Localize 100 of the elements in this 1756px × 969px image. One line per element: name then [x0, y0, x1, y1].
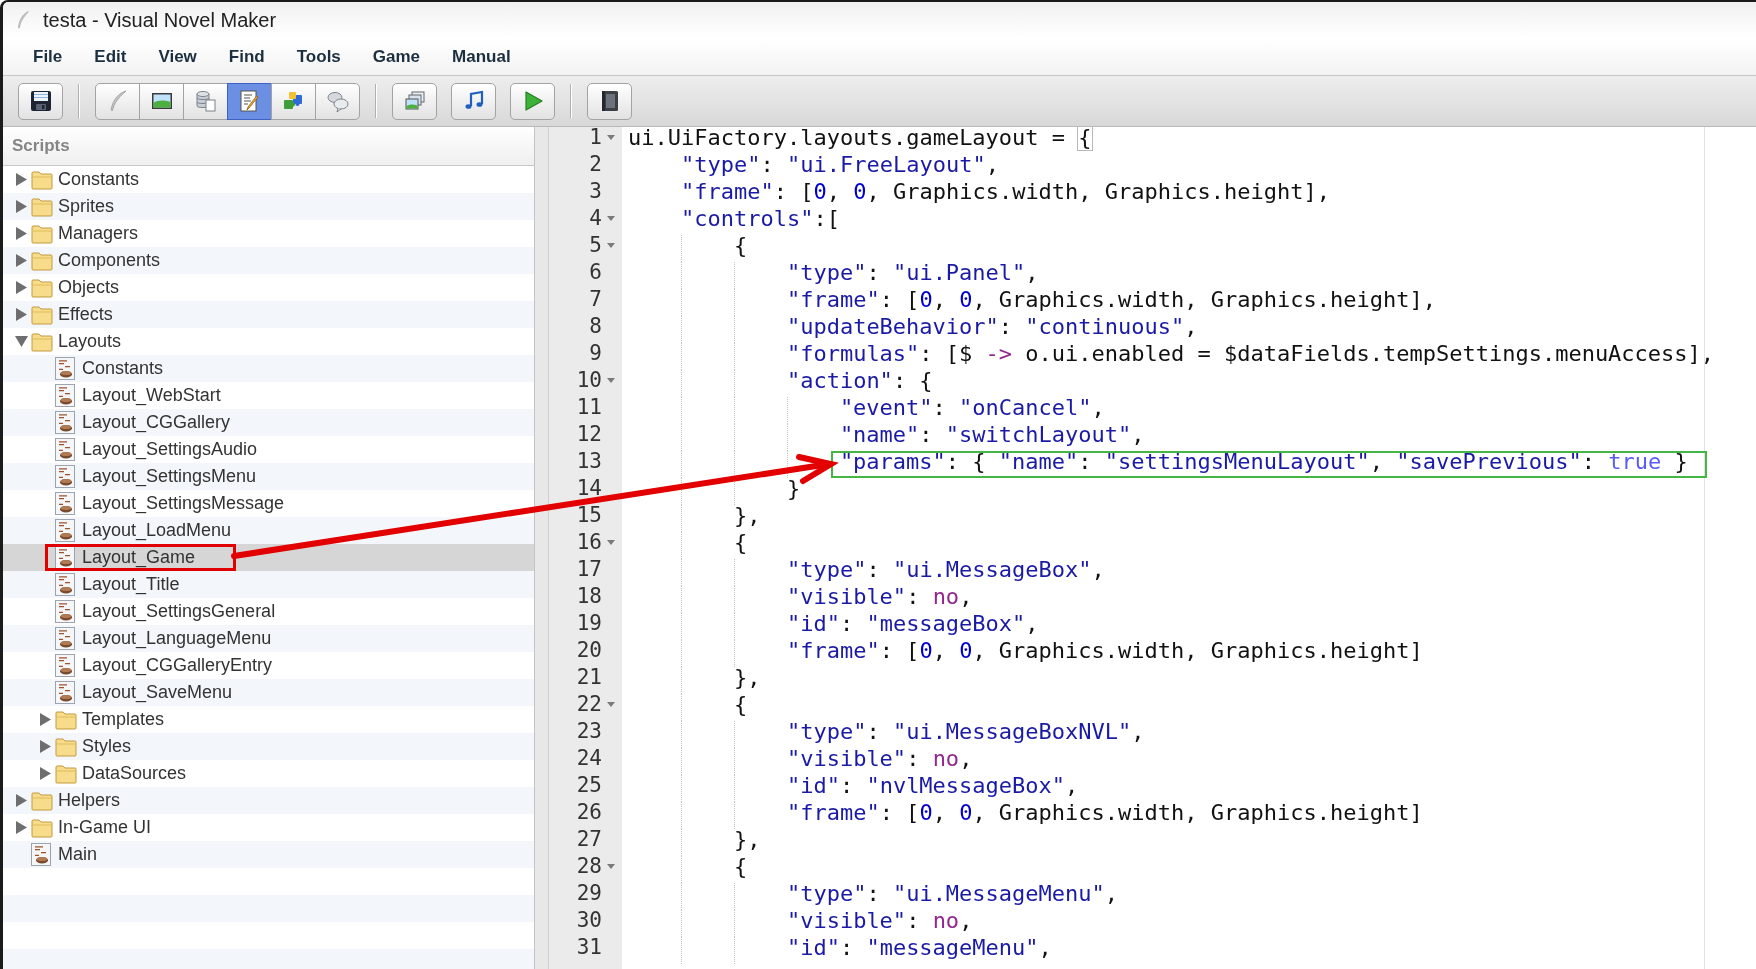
caret-down-icon[interactable]: [606, 378, 615, 383]
code-line: "frame": [0, 0, Graphics.width, Graphics.height]: [786, 640, 1423, 661]
menu-item[interactable]: Tools: [280, 43, 357, 70]
caret-down-icon[interactable]: [606, 243, 615, 248]
line-number: 1: [589, 127, 602, 148]
tree-item[interactable]: Layout_SaveMenu: [3, 679, 534, 706]
save-icon: [28, 89, 53, 113]
line-number: 15: [576, 505, 602, 526]
script-file-icon: [55, 384, 75, 407]
line-number: 23: [576, 721, 602, 742]
tree-item[interactable]: Components: [3, 247, 534, 274]
menu-item[interactable]: Manual: [436, 43, 527, 70]
caret-right-icon[interactable]: [15, 308, 27, 321]
code-line: "visible": no,: [786, 586, 973, 607]
toolbar-button[interactable]: [451, 82, 496, 120]
line-number: 13: [576, 451, 602, 472]
toolbar-button[interactable]: [587, 82, 632, 120]
code-line: {: [733, 694, 748, 715]
code-line: "name": "switchLayout",: [839, 424, 1145, 445]
folder-icon: [31, 277, 53, 298]
line-number: 14: [576, 478, 602, 499]
caret-down-icon[interactable]: [606, 864, 615, 869]
script-file-icon: [55, 600, 75, 623]
script-file-icon: [55, 519, 75, 542]
caret-down-icon[interactable]: [606, 135, 615, 140]
line-number: 25: [576, 775, 602, 796]
code-line: "visible": no,: [786, 748, 973, 769]
code-line: "params": { "name": "settingsMenuLayout", "savePrevious": true }: [839, 451, 1688, 472]
code-line: "type": "ui.Panel",: [786, 262, 1039, 283]
folder-icon: [31, 304, 53, 325]
tree-item[interactable]: Effects: [3, 301, 534, 328]
caret-right-icon[interactable]: [15, 254, 27, 267]
folder-icon: [55, 763, 77, 784]
menu-item[interactable]: Find: [212, 43, 281, 70]
line-number: 26: [576, 802, 602, 823]
code-line: "frame": [0, 0, Graphics.width, Graphics.height],: [786, 289, 1436, 310]
caret-right-icon[interactable]: [39, 740, 51, 753]
tree-item[interactable]: Main: [3, 841, 534, 868]
caret-right-icon[interactable]: [15, 227, 27, 240]
line-number: 28: [576, 856, 602, 877]
line-number: 21: [576, 667, 602, 688]
caret-right-icon[interactable]: [39, 713, 51, 726]
line-number: 6: [589, 262, 602, 283]
line-number: 30: [576, 910, 602, 931]
code-line: "type": "ui.FreeLayout",: [680, 154, 999, 175]
caret-right-icon[interactable]: [15, 173, 27, 186]
speech-bubbles-icon: [325, 89, 350, 113]
caret-right-icon[interactable]: [39, 767, 51, 780]
code-line: "formulas": [$ -> o.ui.enabled = $dataFields.tempSettings.menuAccess],: [786, 343, 1715, 364]
code-line: {: [733, 235, 748, 256]
menu-item[interactable]: Edit: [78, 43, 143, 70]
code-line: ui.UiFactory.layouts.gameLayout = {: [628, 127, 1092, 148]
tree-item[interactable]: Layout_CGGallery: [3, 409, 534, 436]
tree-item[interactable]: Layout_LoadMenu: [3, 517, 534, 544]
folder-icon: [55, 736, 77, 757]
caret-down-icon[interactable]: [14, 336, 28, 347]
code-line: },: [733, 667, 761, 688]
script-file-icon: [55, 411, 75, 434]
caret-down-icon[interactable]: [606, 216, 615, 221]
tree-item[interactable]: Layout_SettingsMenu: [3, 463, 534, 490]
caret-right-icon[interactable]: [15, 200, 27, 213]
code-line: "type": "ui.MessageMenu",: [786, 883, 1119, 904]
toolbar-button[interactable]: [139, 82, 184, 120]
code-line: "action": {: [786, 370, 933, 391]
line-number: 16: [576, 532, 602, 553]
menu-item[interactable]: File: [17, 43, 79, 70]
line-number: 7: [589, 289, 602, 310]
caret-down-icon[interactable]: [606, 540, 615, 545]
folder-icon: [31, 223, 53, 244]
toolbar-button[interactable]: [18, 82, 63, 120]
tree-item[interactable]: Styles: [3, 733, 534, 760]
folder-icon: [31, 817, 53, 838]
menu-item[interactable]: View: [142, 43, 213, 70]
caret-down-icon[interactable]: [606, 702, 615, 707]
caret-right-icon[interactable]: [15, 821, 27, 834]
line-number: 5: [589, 235, 602, 256]
line-number: 8: [589, 316, 602, 337]
script-file-icon: [55, 357, 75, 380]
code-line: {: [733, 532, 748, 553]
folder-icon: [31, 250, 53, 271]
window-title: testa - Visual Novel Maker: [43, 8, 277, 33]
tree-item[interactable]: Layout_Game: [3, 544, 534, 571]
code-line: "frame": [0, 0, Graphics.width, Graphics.height],: [680, 181, 1331, 202]
code-line: "type": "ui.MessageBox",: [786, 559, 1105, 580]
tree-item[interactable]: Constants: [3, 355, 534, 382]
caret-right-icon[interactable]: [15, 281, 27, 294]
tree-item[interactable]: Helpers: [3, 787, 534, 814]
tree-item[interactable]: Layout_Title: [3, 571, 534, 598]
code-line: "frame": [0, 0, Graphics.width, Graphics.height]: [786, 802, 1423, 823]
line-number: 29: [576, 883, 602, 904]
line-number: 10: [576, 370, 602, 391]
tree-item[interactable]: Sprites: [3, 193, 534, 220]
panel-title: Scripts: [12, 135, 70, 158]
code-line: "id": "messageBox",: [786, 613, 1039, 634]
caret-right-icon[interactable]: [15, 794, 27, 807]
code-line: "updateBehavior": "continuous",: [786, 316, 1198, 337]
line-number: 31: [576, 937, 602, 958]
folder-icon: [31, 790, 53, 811]
tree-item[interactable]: Layout_LanguageMenu: [3, 625, 534, 652]
menu-item[interactable]: Game: [356, 43, 437, 70]
